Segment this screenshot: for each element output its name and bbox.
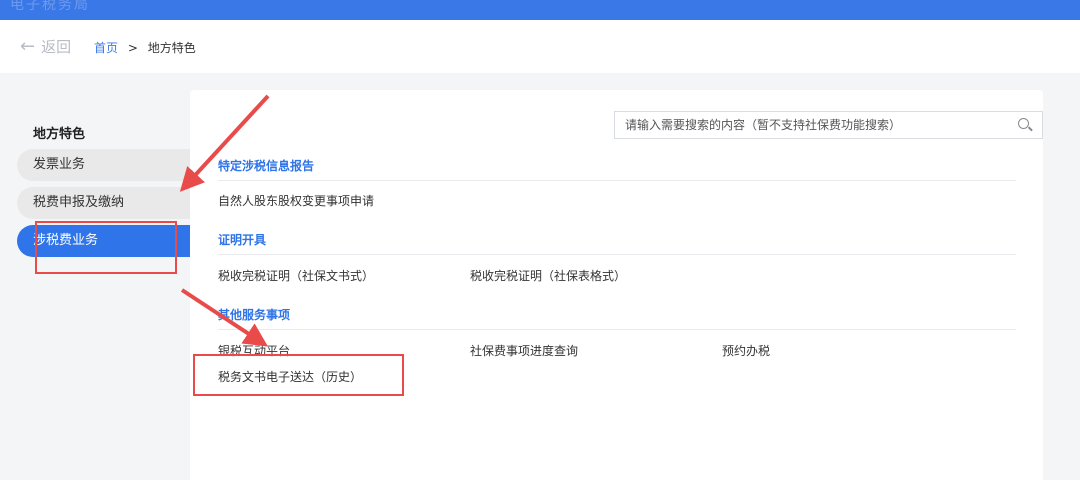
breadcrumb: 首页 > 地方特色	[94, 39, 196, 56]
section-divider	[218, 329, 1016, 330]
back-label: 返回	[41, 38, 72, 56]
arrow-left-icon: ←	[20, 35, 36, 57]
sidebar-item-invoice[interactable]: 发票业务	[17, 149, 193, 181]
search-box	[614, 111, 1043, 139]
search-icon[interactable]	[1008, 112, 1042, 138]
section-divider	[218, 180, 1016, 181]
back-button[interactable]: ← 返回	[20, 36, 71, 57]
annotation-box-document-delivery	[193, 354, 404, 396]
link-social-insurance-progress[interactable]: 社保费事项进度查询	[470, 342, 578, 359]
link-appointment-tax[interactable]: 预约办税	[722, 342, 770, 359]
search-input[interactable]	[615, 112, 1008, 138]
banner-title: 电子税务局	[10, 0, 90, 13]
navigation-bar: ← 返回 首页 > 地方特色	[0, 20, 1080, 73]
section-title-certificates: 证明开具	[218, 233, 267, 247]
section-title-specific-report: 特定涉税信息报告	[218, 159, 315, 173]
link-tax-certificate-document[interactable]: 税收完税证明（社保文书式）	[218, 267, 374, 284]
sidebar-title: 地方特色	[33, 127, 86, 142]
content-panel: 特定涉税信息报告 自然人股东股权变更事项申请 证明开具 税收完税证明（社保文书式…	[190, 90, 1043, 480]
sidebar-item-tax-declaration[interactable]: 税费申报及缴纳	[17, 187, 193, 219]
sidebar: 地方特色 发票业务 税费申报及缴纳 涉税费业务	[0, 73, 193, 480]
top-banner: 电子税务局	[0, 0, 1080, 20]
section-divider	[218, 254, 1016, 255]
breadcrumb-separator: >	[127, 41, 138, 55]
section-title-other-services: 其他服务事项	[218, 308, 291, 322]
breadcrumb-current: 地方特色	[147, 41, 196, 55]
link-shareholder-equity-change[interactable]: 自然人股东股权变更事项申请	[218, 192, 374, 209]
annotation-box-sidebar	[35, 221, 177, 274]
breadcrumb-home-link[interactable]: 首页	[94, 41, 118, 55]
link-tax-certificate-table[interactable]: 税收完税证明（社保表格式）	[470, 267, 626, 284]
